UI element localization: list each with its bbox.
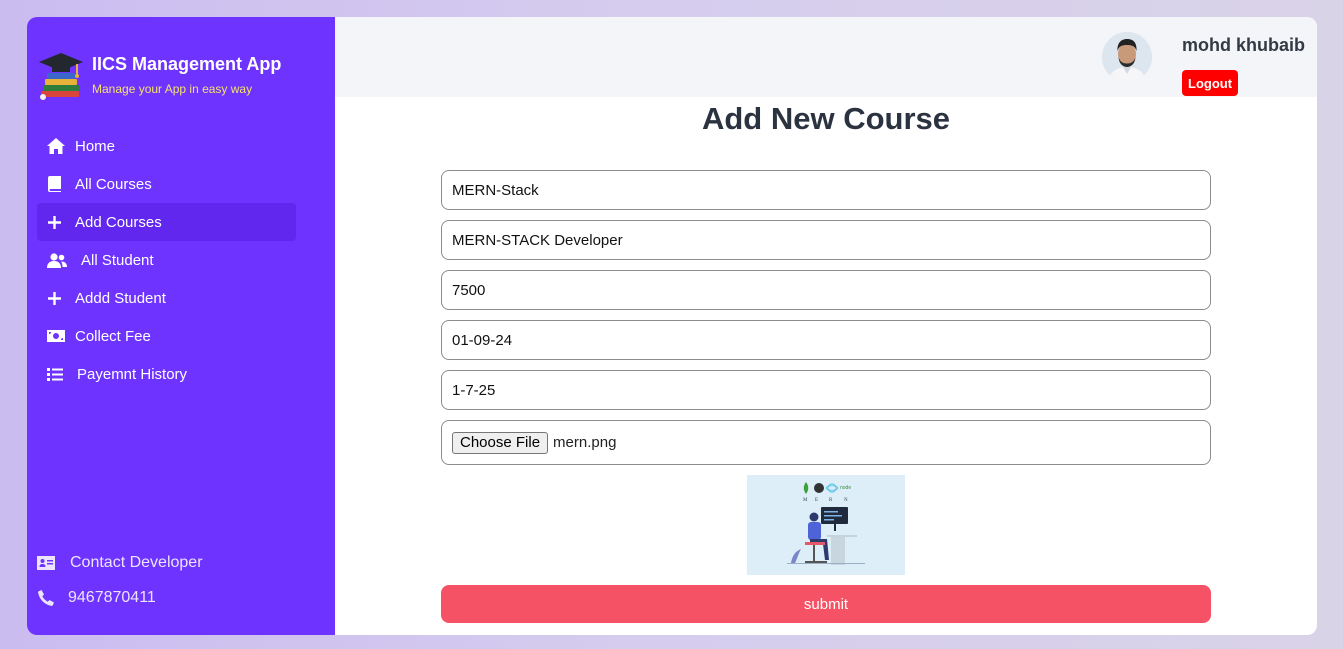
user-avatar-picture: [1102, 32, 1152, 82]
sidebar-item-label: All Courses: [75, 175, 152, 193]
sidebar: IICS Management App Manage your App in e…: [27, 17, 335, 635]
phone-number: 9467870411: [68, 588, 156, 606]
app-subtitle: Manage your App in easy way: [92, 82, 253, 96]
money-bill-icon: [47, 327, 65, 345]
preview-letter-e: E: [815, 498, 818, 503]
sidebar-item-home[interactable]: Home: [37, 127, 296, 165]
list-icon: [47, 365, 63, 383]
app-title: IICS Management App: [92, 54, 282, 74]
home-icon: [47, 137, 65, 155]
sidebar-item-add-courses[interactable]: Add Courses: [37, 203, 296, 241]
sidebar-item-label: Collect Fee: [75, 327, 151, 345]
avatar[interactable]: [1102, 32, 1152, 82]
page-title: Add New Course: [701, 101, 951, 136]
sidebar-item-label: All Student: [81, 251, 154, 269]
logout-button[interactable]: Logout: [1182, 70, 1239, 96]
users-icon: [47, 251, 67, 269]
contact-developer-label: Contact Developer: [70, 553, 203, 571]
course-image-preview: node M E R N: [747, 475, 905, 575]
sidebar-item-label: Addd Student: [75, 289, 166, 307]
mern-illustration: node M E R N: [747, 475, 905, 575]
preview-letter-n: N: [844, 498, 848, 503]
sidebar-item-all-student[interactable]: All Student: [37, 241, 296, 279]
add-course-form: Choose File mern.png: [441, 170, 1211, 465]
developer-phone[interactable]: 9467870411: [37, 580, 203, 615]
sidebar-item-collect-fee[interactable]: Collect Fee: [37, 317, 296, 355]
file-upload-field: Choose File mern.png: [441, 420, 1211, 465]
sidebar-item-label: Add Courses: [75, 213, 162, 231]
choose-file-button[interactable]: Choose File: [452, 431, 549, 454]
course-price-input[interactable]: [441, 270, 1211, 310]
sidebar-footer: Contact Developer 9467870411: [37, 545, 203, 615]
app-window: IICS Management App Manage your App in e…: [27, 17, 1317, 635]
sidebar-item-label: Home: [75, 137, 116, 155]
submit-button[interactable]: submit: [441, 585, 1211, 623]
id-card-icon: [37, 554, 55, 572]
start-date-input[interactable]: [441, 320, 1211, 360]
sidebar-item-add-student[interactable]: Addd Student: [37, 279, 296, 317]
top-bar: mohd khubaib Logout: [335, 17, 1317, 97]
end-date-input[interactable]: [441, 370, 1211, 410]
contact-developer[interactable]: Contact Developer: [37, 545, 203, 580]
sidebar-nav: Home All Courses Add Courses All Student: [37, 127, 296, 393]
brand: IICS Management App Manage your App in e…: [37, 51, 281, 101]
plus-icon: [47, 289, 61, 307]
sidebar-item-label: Payemnt History: [77, 365, 188, 383]
book-icon: [47, 175, 61, 193]
sidebar-item-payment-history[interactable]: Payemnt History: [37, 355, 296, 393]
preview-letter-m: M: [803, 498, 808, 503]
course-description-input[interactable]: [441, 220, 1211, 260]
graduation-books-logo: [39, 53, 83, 100]
phone-icon: [37, 589, 55, 607]
selected-file-name: mern.png: [553, 434, 617, 451]
sidebar-item-all-courses[interactable]: All Courses: [37, 165, 296, 203]
preview-node-label: node: [840, 485, 851, 491]
plus-icon: [47, 213, 61, 231]
course-name-input[interactable]: [441, 170, 1211, 210]
user-name: mohd khubaib: [1182, 35, 1305, 55]
